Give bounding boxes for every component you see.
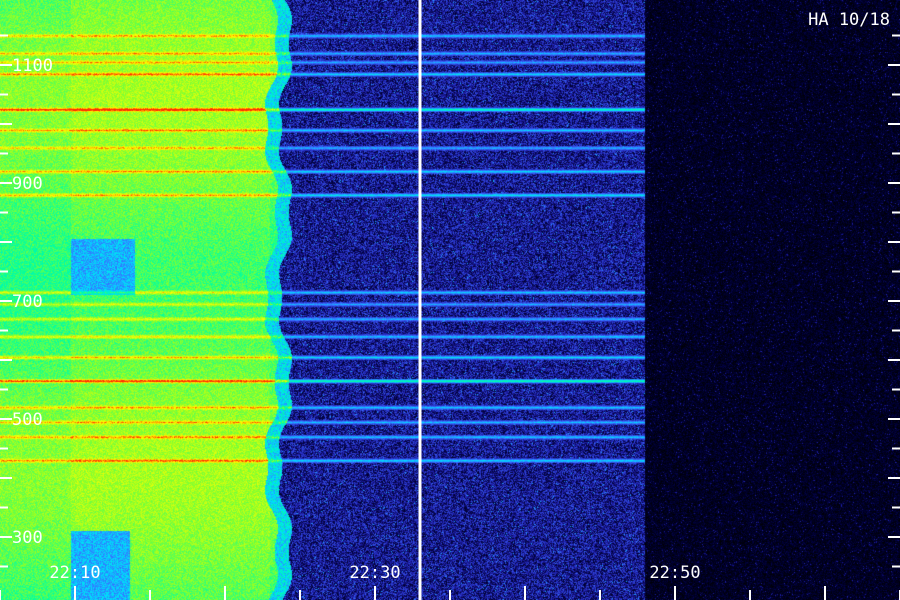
y-tick-label: 300 — [12, 528, 43, 548]
y-tick-label: 700 — [12, 292, 43, 312]
y-tick-label: 500 — [12, 410, 43, 430]
spectrogram-view: HA 10/18 300 500 700 900 1100 22:10 22:30 22:50 — [0, 0, 900, 600]
x-tick-label: 22:50 — [649, 563, 700, 583]
chart-overlay: HA 10/18 300 500 700 900 1100 22:10 22:30 22:50 — [0, 0, 900, 600]
x-tick-label: 22:30 — [349, 563, 400, 583]
chart-title: HA 10/18 — [808, 10, 890, 30]
y-tick-label: 900 — [12, 174, 43, 194]
y-tick-label: 1100 — [12, 56, 53, 76]
x-tick-label: 22:10 — [49, 563, 100, 583]
